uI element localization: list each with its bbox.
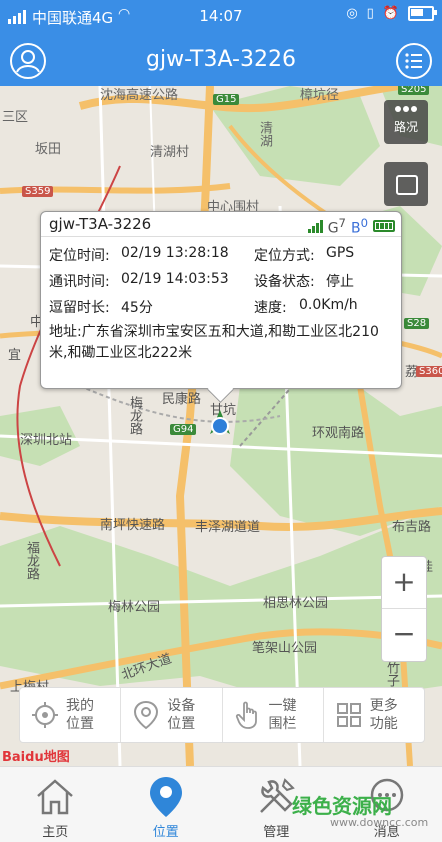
locate-method-value: GPS	[326, 245, 354, 261]
geofence-button[interactable]: 一键围栏	[222, 688, 323, 742]
hand-icon	[233, 700, 263, 730]
device-marker-icon[interactable]	[210, 410, 230, 440]
road-badge: G15	[213, 94, 239, 105]
title-bar: gjw-T3A-3226	[0, 34, 442, 86]
map-label: 深圳北站	[20, 429, 72, 448]
speed-value: 0.0Km/h	[299, 297, 358, 313]
traffic-label: 路况	[384, 118, 428, 135]
traffic-toggle-button[interactable]: 路况	[384, 100, 428, 144]
baidu-map-logo: Baidu地图	[2, 746, 70, 765]
map-label: 樟坑径	[300, 86, 339, 103]
tab-manage-label: 管理	[263, 821, 289, 840]
road-badge: S28	[404, 318, 429, 329]
device-state-label: 设备状态:	[254, 271, 315, 291]
road-badge: S359	[22, 186, 53, 197]
device-state-value: 停止	[326, 271, 354, 291]
address-text: 地址:广东省深圳市宝安区五和大道,和勘工业区北210米,和磡工业区北222米	[49, 322, 389, 364]
stay-label: 逗留时长:	[49, 297, 110, 317]
map-label: 三区	[2, 106, 28, 125]
map-label: 宜	[8, 344, 21, 363]
location-icon	[144, 775, 188, 819]
menu-button[interactable]	[396, 43, 432, 79]
watermark-url: www.downcc.com	[330, 816, 428, 829]
layers-icon	[396, 175, 418, 195]
tab-location[interactable]: 位置	[111, 767, 222, 842]
tab-location-label: 位置	[153, 821, 179, 840]
map-label: 环观南路	[312, 422, 364, 441]
speed-label: 速度:	[254, 297, 287, 317]
beidou-indicator: B0	[351, 216, 368, 237]
map-layer-button[interactable]	[384, 162, 428, 206]
home-icon	[33, 775, 77, 819]
crosshair-icon	[30, 700, 60, 730]
device-name: gjw-T3A-3226	[49, 215, 151, 233]
location-status-icon: ◎	[346, 6, 357, 21]
locate-time-value: 02/19 13:28:18	[121, 245, 229, 261]
device-battery-icon	[373, 220, 395, 232]
tab-home[interactable]: 主页	[0, 767, 111, 842]
road-badge: S360	[416, 366, 442, 377]
map-label: 南坪快速路	[100, 514, 165, 533]
comm-time-label: 通讯时间:	[49, 271, 110, 291]
map-label: 笔架山公园	[252, 637, 317, 656]
my-location-button[interactable]: 我的位置	[20, 688, 120, 742]
road-badge: S205	[398, 86, 429, 95]
map-label: 布吉路	[392, 516, 431, 535]
map-label: 梅龙路	[125, 396, 144, 435]
map-label: 清湖	[255, 121, 274, 147]
grid-icon	[334, 700, 364, 730]
zoom-out-button[interactable]: −	[382, 608, 426, 660]
map-label: 坂田	[35, 138, 61, 157]
zoom-control: + −	[381, 556, 427, 662]
map-label: 沈海高速公路	[100, 86, 178, 103]
road-badge: G94	[170, 424, 196, 435]
map-label: 清湖村	[150, 141, 189, 160]
stay-value: 45分	[121, 297, 153, 317]
device-info-popup: gjw-T3A-3226 G7 B0 定位时间: 02/19 13:28:18 …	[40, 211, 402, 389]
map-label: 丰泽湖道道	[195, 516, 260, 535]
traffic-icon	[384, 106, 428, 112]
more-functions-button[interactable]: 更多功能	[323, 688, 424, 742]
comm-time-value: 02/19 14:03:53	[121, 271, 229, 287]
action-bar: 我的位置 设备位置 一键围栏 更多功能	[19, 687, 425, 743]
map-label: 梅林公园	[108, 596, 160, 615]
map-label: 福龙路	[22, 541, 41, 580]
locate-time-label: 定位时间:	[49, 245, 110, 265]
zoom-in-button[interactable]: +	[382, 557, 426, 608]
tab-home-label: 主页	[42, 821, 68, 840]
device-location-button[interactable]: 设备位置	[120, 688, 221, 742]
map-label: 相思林公园	[263, 592, 328, 611]
status-bar: 中国联通4G ◠ 14:07 ◎ ▯ ⏰	[0, 0, 442, 34]
gsm-indicator: G7	[328, 216, 346, 237]
gsm-signal-icon	[308, 219, 323, 233]
list-icon	[398, 45, 430, 77]
vibrate-icon: ▯	[367, 6, 374, 21]
alarm-icon: ⏰	[383, 6, 399, 21]
address-value: 广东省深圳市宝安区五和大道,和勘工业区北210米,和磡工业区北222米	[49, 324, 379, 361]
map-label: 民康路	[162, 388, 201, 407]
address-label: 地址:	[49, 324, 82, 340]
battery-icon	[408, 6, 434, 21]
pin-icon	[131, 700, 161, 730]
locate-method-label: 定位方式:	[254, 245, 315, 265]
watermark-text: 绿色资源网	[292, 790, 392, 819]
page-title: gjw-T3A-3226	[0, 47, 442, 72]
